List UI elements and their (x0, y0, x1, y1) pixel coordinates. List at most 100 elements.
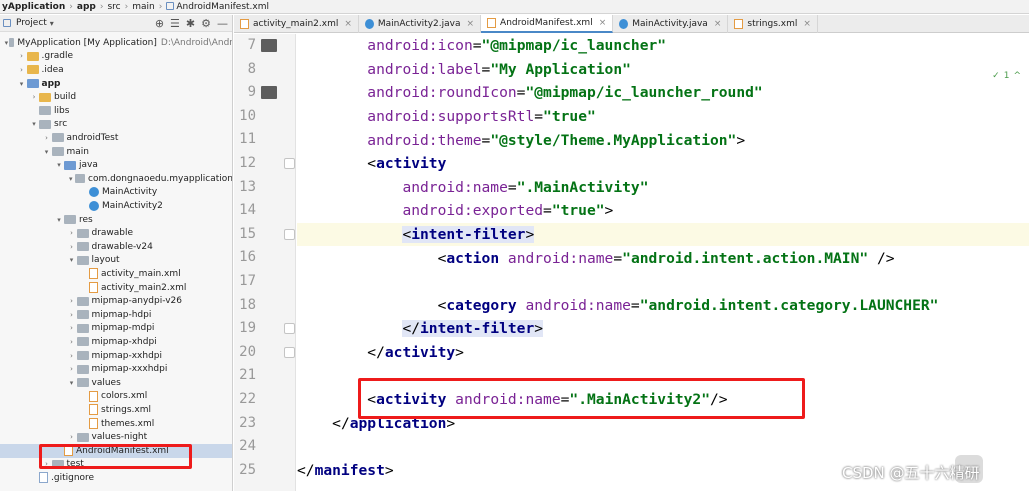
tree-item[interactable]: themes.xml (0, 417, 232, 431)
project-view-icon (3, 19, 11, 27)
close-icon[interactable]: × (803, 19, 811, 29)
expand-arrow-icon[interactable]: › (17, 52, 27, 60)
fold-marker-icon[interactable] (284, 228, 295, 240)
expand-arrow-icon[interactable]: › (67, 243, 77, 251)
locate-file-icon[interactable]: ⊕ (155, 17, 164, 30)
code-token: < (367, 155, 377, 173)
breadcrumb-item-src[interactable]: src (107, 2, 120, 12)
tree-item[interactable]: ▾ src (0, 118, 232, 132)
tree-item[interactable]: .gitignore (0, 471, 232, 485)
expand-arrow-icon[interactable]: › (67, 352, 77, 360)
expand-arrow-icon[interactable]: › (67, 229, 77, 237)
expand-arrow-icon[interactable]: ▾ (42, 148, 52, 156)
expand-arrow-icon[interactable]: ▾ (67, 256, 77, 264)
editor-tab[interactable]: MainActivity.java × (613, 15, 729, 33)
expand-arrow-icon[interactable]: › (17, 66, 27, 74)
expand-arrow-icon[interactable]: › (67, 297, 77, 305)
breadcrumb-item-main[interactable]: main (132, 2, 155, 12)
expand-arrow-icon[interactable]: ▾ (29, 120, 39, 128)
tree-item[interactable]: › mipmap-mdpi (0, 322, 232, 336)
expand-arrow-icon[interactable]: › (29, 93, 39, 101)
code-token: </ (297, 462, 315, 480)
code-editor[interactable]: ✓ 1 ^ android: icon = "@mipmap/ic_launcher"… (297, 34, 1029, 491)
collapse-all-icon[interactable]: ☰ (170, 17, 180, 30)
inspection-widget[interactable]: ✓ 1 ^ (992, 71, 1021, 81)
breadcrumb-project[interactable]: yApplication (2, 2, 65, 12)
breadcrumb-item-app[interactable]: app (77, 2, 96, 12)
tree-item[interactable]: MainActivity2 (0, 199, 232, 213)
hide-panel-icon[interactable]: — (217, 17, 228, 30)
code-token: "@mipmap/ic_launcher" (481, 37, 667, 55)
tree-item[interactable]: ▾ res (0, 213, 232, 227)
tree-item[interactable]: › androidTest (0, 131, 232, 145)
expand-arrow-icon[interactable]: ▾ (54, 216, 64, 224)
tree-item[interactable]: › values-night (0, 430, 232, 444)
tree-item[interactable]: › mipmap-anydpi-v26 (0, 294, 232, 308)
xml-file-icon (89, 404, 98, 416)
code-token: > (534, 320, 544, 338)
gear-icon[interactable]: ⚙ (201, 17, 211, 30)
expand-arrow-icon[interactable]: ▾ (54, 161, 64, 169)
code-line: </manifest > (297, 459, 394, 483)
tree-item-label: main (66, 146, 90, 157)
tree-item[interactable]: colors.xml (0, 390, 232, 404)
tree-item-path: D:\Android\Andr (160, 37, 233, 48)
tree-item[interactable]: ▾ com.dongnaoedu.myapplication (0, 172, 232, 186)
tree-item[interactable]: ▾ main (0, 145, 232, 159)
tree-item[interactable]: activity_main.xml (0, 267, 232, 281)
tree-item[interactable]: › mipmap-xhdpi (0, 335, 232, 349)
project-panel-header: Project ▾ ⊕ ☰ ✱ ⚙ — (0, 15, 232, 32)
expand-arrow-icon[interactable]: ▾ (67, 175, 75, 183)
fold-marker-icon[interactable] (284, 346, 295, 358)
image-preview-icon[interactable] (261, 39, 277, 52)
expand-arrow-icon[interactable]: ▾ (17, 80, 27, 88)
line-number: 15 (239, 225, 256, 242)
fold-marker-icon[interactable] (284, 158, 295, 169)
tree-item[interactable]: › .idea (0, 63, 232, 77)
close-icon[interactable]: × (466, 19, 474, 29)
tree-item[interactable]: › mipmap-xxxhdpi (0, 362, 232, 376)
image-preview-icon[interactable] (261, 86, 277, 100)
tree-item[interactable]: libs (0, 104, 232, 118)
editor-tab[interactable]: activity_main2.xml × (234, 15, 359, 33)
editor-tab[interactable]: strings.xml × (728, 15, 818, 33)
code-token: android: (367, 60, 438, 78)
tree-item[interactable]: › drawable (0, 226, 232, 240)
expand-arrow-icon[interactable]: › (42, 134, 52, 142)
chevron-up-icon[interactable]: ^ (1013, 71, 1021, 81)
tree-item[interactable]: ▾ MyApplication [My Application] D:\Androi… (0, 36, 233, 50)
expand-arrow-icon[interactable]: › (67, 338, 77, 346)
expand-arrow-icon[interactable]: › (67, 433, 77, 441)
close-icon[interactable]: × (344, 19, 352, 29)
tree-item[interactable]: activity_main2.xml (0, 281, 232, 295)
chevron-down-icon[interactable]: ▾ (50, 19, 54, 28)
editor-tab[interactable]: AndroidManifest.xml × (481, 15, 614, 33)
expand-icon[interactable]: ✱ (186, 17, 195, 30)
tree-item[interactable]: ▾ java (0, 158, 232, 172)
tree-item[interactable]: MainActivity (0, 186, 232, 200)
project-view-selector[interactable]: Project (16, 18, 47, 28)
editor-tab[interactable]: MainActivity2.java × (359, 15, 482, 33)
code-token: label (437, 60, 482, 78)
breadcrumb-item-manifest[interactable]: AndroidManifest.xml (166, 1, 269, 12)
tree-item[interactable]: ▾ layout (0, 254, 232, 268)
expand-arrow-icon[interactable]: › (67, 365, 77, 373)
expand-arrow-icon[interactable]: › (67, 311, 77, 319)
close-icon[interactable]: × (599, 18, 607, 28)
tree-item[interactable]: › mipmap-hdpi (0, 308, 232, 322)
tree-item[interactable]: › .gradle (0, 50, 232, 64)
class-icon (89, 200, 99, 211)
expand-arrow-icon[interactable]: ▾ (67, 379, 77, 387)
expand-arrow-icon[interactable]: › (67, 324, 77, 332)
tree-item[interactable]: › drawable-v24 (0, 240, 232, 254)
tree-item[interactable]: ▾ app (0, 77, 232, 91)
tree-item[interactable]: › build (0, 90, 232, 104)
tree-item[interactable]: strings.xml (0, 403, 232, 417)
tree-item[interactable]: › mipmap-xxhdpi (0, 349, 232, 363)
tree-item-label: androidTest (66, 132, 119, 143)
fold-marker-icon[interactable] (284, 323, 295, 335)
close-icon[interactable]: × (714, 19, 722, 29)
tree-item[interactable]: ▾ values (0, 376, 232, 390)
